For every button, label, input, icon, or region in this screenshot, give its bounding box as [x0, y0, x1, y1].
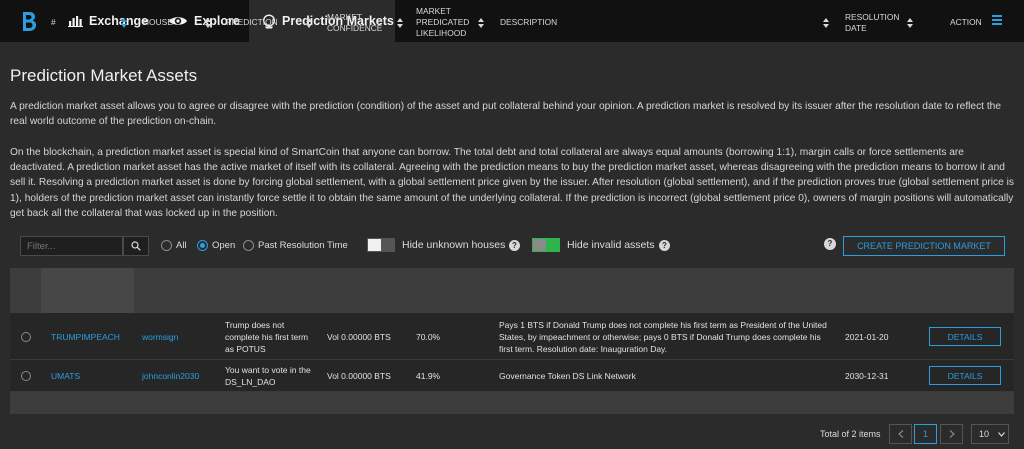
page-button-current[interactable]: 1	[914, 424, 937, 444]
header-confidence-line2: CONFIDENCE	[327, 22, 383, 33]
help-create-icon[interactable]: ?	[824, 238, 836, 250]
header-likelihood-line2: PREDICATED	[416, 17, 470, 27]
sort-icon[interactable]	[397, 18, 403, 28]
radio-past-resolution-time[interactable]	[243, 240, 254, 251]
row-select-radio[interactable]	[21, 371, 31, 381]
table-header-id-highlight	[41, 268, 134, 313]
header-resolution-date[interactable]: RESOLUTION DATE	[845, 0, 899, 45]
header-prediction[interactable]: PREDICTION	[226, 0, 278, 45]
details-paragraph: On the blockchain, a prediction market a…	[10, 147, 1014, 219]
chevron-left-icon	[897, 430, 903, 438]
market-likelihood: 41.9%	[416, 371, 441, 381]
header-id[interactable]: #	[51, 0, 56, 45]
search-icon	[131, 241, 141, 251]
header-action: ACTION	[950, 0, 982, 45]
header-house[interactable]: HOUSE	[143, 0, 173, 45]
header-description-label: DESCRIPTION	[500, 17, 558, 27]
hide-unknown-houses-label: Hide unknown houses	[402, 239, 506, 251]
sort-icon[interactable]	[121, 18, 127, 28]
sort-icon[interactable]	[478, 18, 484, 28]
header-description[interactable]: DESCRIPTION	[500, 0, 557, 45]
house-link[interactable]: wormsign	[142, 331, 178, 343]
page-title: Prediction Market Assets	[10, 66, 198, 85]
header-resolution-line1: RESOLUTION	[845, 11, 900, 22]
prediction-text: You want to vote in the DS_LN_DAO	[225, 365, 311, 387]
market-confidence: Vol 0.00000 BTS	[327, 371, 391, 381]
header-likelihood-line3: LIKELIHOOD	[416, 28, 467, 38]
header-resolution-line2: DATE	[845, 22, 867, 33]
house-link[interactable]: johnconlin2030	[142, 370, 199, 382]
chevron-down-icon	[998, 431, 1005, 437]
prediction-text: Trump does not complete his first term a…	[225, 320, 309, 354]
header-market-likelihood[interactable]: MARKET PREDICATED LIKELIHOOD	[416, 0, 469, 45]
table-row: UMATS johnconlin2030 You want to vote in…	[10, 360, 1014, 392]
resolution-date: 2030-12-31	[845, 371, 889, 381]
asset-symbol-link[interactable]: TRUMPIMPEACH	[51, 331, 120, 343]
description-text: Pays 1 BTS if Donald Trump does not comp…	[499, 320, 827, 354]
page-size-select[interactable]: 10	[971, 424, 1009, 444]
description-text: Governance Token DS Link Network	[499, 371, 636, 381]
header-likelihood-line1: MARKET	[416, 6, 451, 16]
header-confidence-line1: MARKET	[327, 11, 362, 22]
tab-exchange[interactable]: Exchange	[68, 0, 148, 42]
details-button[interactable]: DETAILS	[929, 327, 1001, 346]
toggle-hide-unknown-houses[interactable]	[367, 238, 395, 252]
bar-chart-icon	[68, 16, 83, 27]
radio-all-label: All	[176, 240, 187, 251]
help-unknown-houses-icon[interactable]: ?	[509, 240, 520, 251]
page-size-value: 10	[979, 429, 990, 439]
sort-icon[interactable]	[907, 18, 913, 28]
hamburger-menu-icon[interactable]	[992, 15, 1002, 25]
radio-past-resolution-time-label: Past Resolution Time	[258, 240, 348, 251]
header-prediction-label: PREDICTION	[226, 17, 278, 27]
help-invalid-assets-icon[interactable]: ?	[659, 240, 670, 251]
intro-paragraph: A prediction market asset allows you to …	[10, 101, 1001, 128]
toggle-hide-invalid-assets[interactable]	[532, 238, 560, 252]
hide-invalid-assets-label: Hide invalid assets	[567, 239, 655, 251]
details-button[interactable]: DETAILS	[929, 366, 1001, 385]
total-items-label: Total of 2 items	[820, 429, 881, 439]
radio-all[interactable]	[161, 240, 172, 251]
bitshares-logo-icon[interactable]	[14, 9, 40, 35]
next-page-button[interactable]	[940, 424, 963, 444]
header-market-confidence[interactable]: MARKET CONFIDENCE	[327, 0, 382, 45]
row-select-radio[interactable]	[21, 332, 31, 342]
table-row: TRUMPIMPEACH wormsign Trump does not com…	[10, 313, 1014, 360]
header-id-label: #	[51, 17, 56, 27]
resolution-date: 2021-01-20	[845, 332, 889, 342]
table-header	[10, 268, 1014, 313]
table-footer	[10, 392, 1014, 414]
create-prediction-market-button[interactable]: CREATE PREDICTION MARKET	[843, 236, 1005, 256]
sort-icon[interactable]	[205, 18, 211, 28]
filter-input[interactable]	[20, 236, 123, 256]
radio-open-label: Open	[212, 240, 236, 251]
radio-open[interactable]	[197, 240, 208, 251]
header-house-label: HOUSE	[143, 17, 173, 27]
header-action-label: ACTION	[950, 17, 982, 27]
tab-exchange-label: Exchange	[89, 14, 149, 28]
search-button[interactable]	[123, 236, 149, 256]
market-likelihood: 70.0%	[416, 332, 441, 342]
prev-page-button[interactable]	[889, 424, 912, 444]
asset-symbol-link[interactable]: UMATS	[51, 370, 80, 382]
chevron-right-icon	[949, 430, 955, 438]
sort-icon[interactable]	[306, 18, 312, 28]
market-confidence: Vol 0.00000 BTS	[327, 332, 391, 342]
sort-icon[interactable]	[823, 18, 829, 28]
